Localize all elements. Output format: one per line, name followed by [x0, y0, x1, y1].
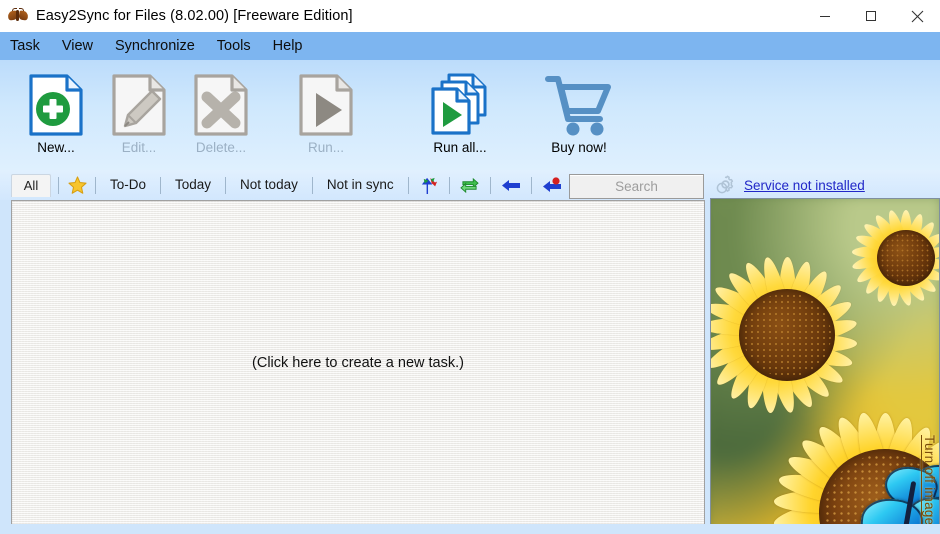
- delete-task-icon: [173, 66, 269, 144]
- easy2sync-window: Easy2Sync for Files (8.02.00) [Freeware …: [0, 0, 940, 534]
- run-all-icon: [412, 66, 508, 144]
- toolbar-label-run: Run...: [307, 140, 345, 155]
- task-list-area[interactable]: (Click here to create a new task.): [11, 200, 705, 526]
- menu-item-view[interactable]: View: [51, 32, 104, 60]
- close-icon: [911, 10, 923, 22]
- filter-tab-today[interactable]: Today: [168, 174, 218, 196]
- promo-image-panel: Turn off image: [710, 198, 940, 534]
- maximize-button[interactable]: [848, 0, 894, 32]
- turn-off-image-link[interactable]: Turn off image: [922, 435, 937, 526]
- toolbar-label-run-all: Run all...: [433, 140, 487, 155]
- toolbar: New... Edit... Delete... Run... Run all.…: [0, 60, 940, 170]
- toolbar-button-delete[interactable]: Delete...: [173, 66, 269, 155]
- empty-task-hint: (Click here to create a new task.): [252, 355, 464, 371]
- gear-service-icon: [714, 174, 736, 196]
- toolbar-button-run[interactable]: Run...: [278, 66, 374, 155]
- window-title: Easy2Sync for Files (8.02.00) [Freeware …: [36, 8, 353, 24]
- bidirectional-sync-icon[interactable]: [457, 174, 483, 196]
- left-arrow-icon[interactable]: [498, 174, 524, 196]
- run-task-icon: [278, 66, 374, 144]
- service-not-installed-link[interactable]: Service not installed: [744, 178, 865, 193]
- favorite-star-icon[interactable]: [66, 174, 88, 196]
- menu-bar: Task View Synchronize Tools Help: [0, 32, 940, 60]
- minimize-icon: [820, 16, 830, 17]
- flower-disc: [739, 289, 835, 381]
- separator: [530, 176, 532, 194]
- toolbar-button-new[interactable]: New...: [8, 66, 104, 155]
- separator: [448, 176, 450, 194]
- toolbar-label-delete: Delete...: [195, 140, 247, 155]
- separator: [160, 176, 162, 194]
- flower-disc: [877, 230, 935, 286]
- filter-tab-not-today[interactable]: Not today: [233, 174, 305, 196]
- butterfly-icon: [7, 8, 29, 24]
- separator: [311, 176, 313, 194]
- menu-item-synchronize[interactable]: Synchronize: [104, 32, 206, 60]
- left-arrow-delete-icon[interactable]: [539, 174, 565, 196]
- filter-tab-all[interactable]: All: [11, 173, 51, 197]
- separator: [407, 176, 409, 194]
- toolbar-button-run-all[interactable]: Run all...: [412, 66, 508, 155]
- window-bottom-filler: [0, 524, 940, 534]
- menu-item-help[interactable]: Help: [262, 32, 314, 60]
- shopping-cart-icon: [531, 66, 627, 144]
- window-controls: [802, 0, 940, 32]
- filter-tab-not-in-sync[interactable]: Not in sync: [320, 174, 401, 196]
- multi-direction-arrows-icon[interactable]: [416, 174, 442, 196]
- close-button[interactable]: [894, 0, 940, 32]
- filter-tab-todo[interactable]: To-Do: [103, 174, 153, 196]
- toolbar-label-buy-now: Buy now!: [551, 140, 607, 155]
- toolbar-button-buy-now[interactable]: Buy now!: [531, 66, 627, 155]
- new-task-icon: [8, 66, 104, 144]
- service-status: Service not installed: [710, 172, 940, 198]
- toolbar-label-new: New...: [37, 140, 75, 155]
- separator: [225, 176, 227, 194]
- separator: [95, 176, 96, 194]
- menu-item-task[interactable]: Task: [0, 32, 51, 60]
- search-input[interactable]: Search: [569, 174, 704, 199]
- title-bar: Easy2Sync for Files (8.02.00) [Freeware …: [0, 0, 940, 32]
- separator: [58, 176, 59, 194]
- minimize-button[interactable]: [802, 0, 848, 32]
- maximize-icon: [866, 11, 876, 21]
- separator: [489, 176, 491, 194]
- menu-item-tools[interactable]: Tools: [206, 32, 262, 60]
